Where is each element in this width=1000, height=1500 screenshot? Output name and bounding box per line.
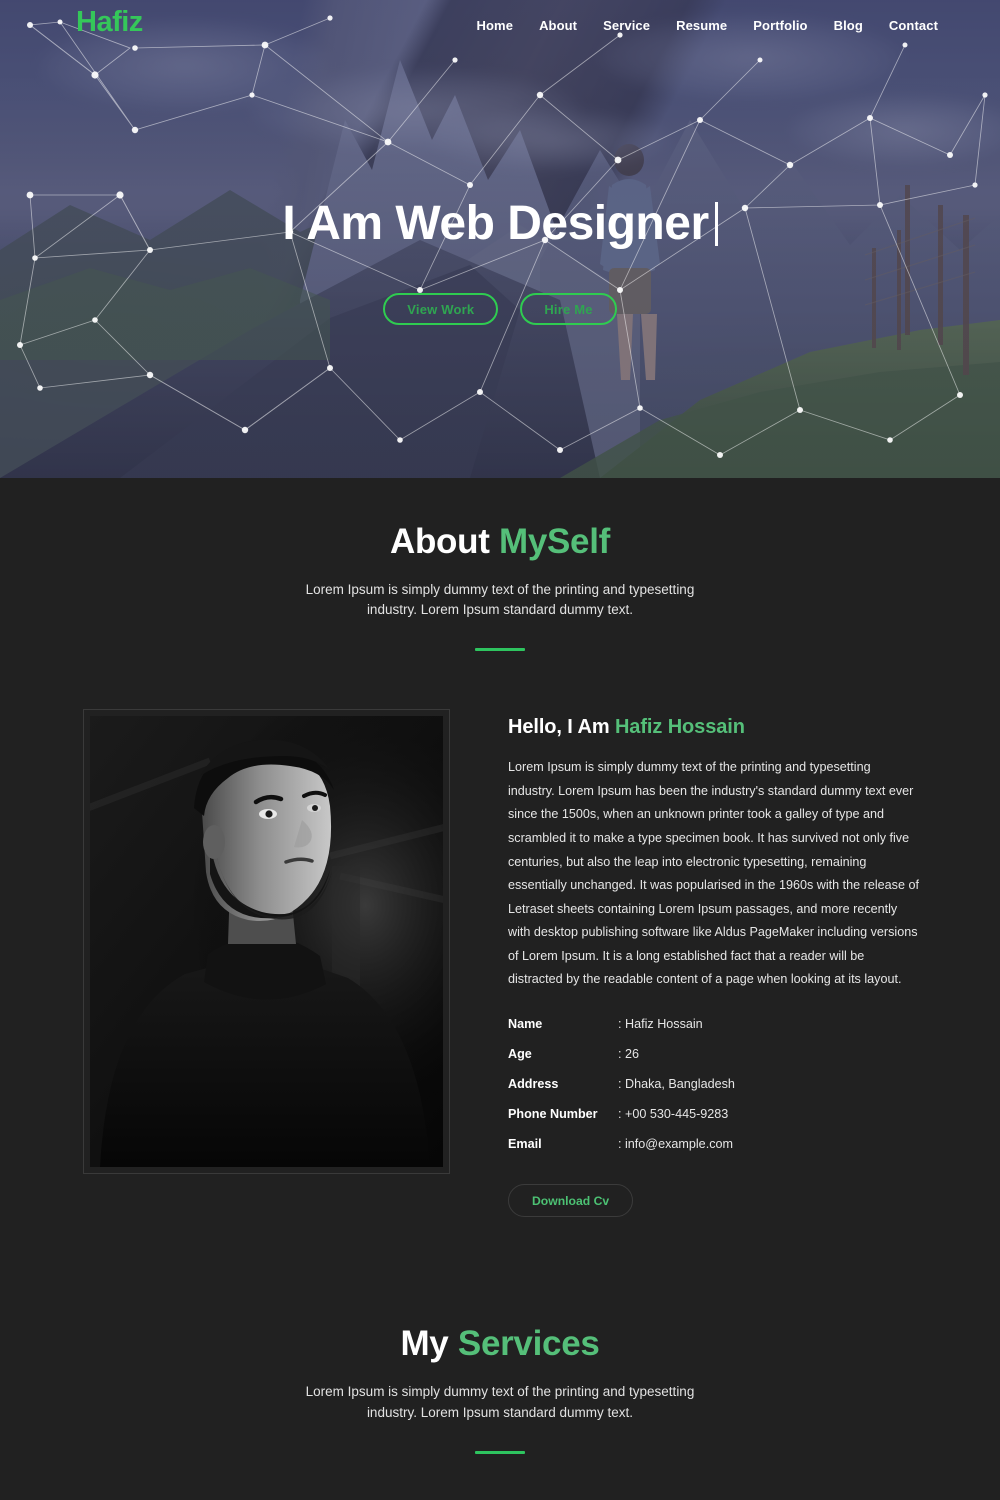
about-subtitle-line2: industry. Lorem Ipsum standard dummy tex… [366, 602, 634, 618]
nav-link-about[interactable]: About [539, 18, 577, 33]
site-logo[interactable]: Hafiz [76, 8, 143, 37]
services-title-white: My [400, 1324, 458, 1364]
portrait-illustration [90, 716, 443, 1168]
info-row-name: Name : Hafiz Hossain [508, 1017, 920, 1032]
nav-item-blog[interactable]: Blog [834, 17, 863, 35]
info-value-name: : Hafiz Hossain [618, 1016, 703, 1031]
nav-item-resume[interactable]: Resume [676, 17, 727, 35]
services-card-grid [0, 1454, 1000, 1500]
about-heading-white: Hello, I Am [508, 716, 615, 739]
about-photo-frame [83, 709, 450, 1175]
info-value-email: : info@example.com [618, 1137, 733, 1152]
info-value-address: : Dhaka, Bangladesh [618, 1077, 735, 1092]
about-section-subtitle: Lorem Ipsum is simply dummy text of the … [0, 580, 1000, 622]
info-value-phone: : +00 530-445-9283 [618, 1107, 729, 1122]
nav-item-home[interactable]: Home [477, 17, 514, 35]
services-title-accent: Services [457, 1324, 600, 1364]
download-cv-button[interactable]: Download Cv [508, 1184, 634, 1218]
hero-title: I Am Web Designer [282, 197, 718, 250]
about-section-title: About MySelf [0, 522, 1000, 562]
nav-link-portfolio[interactable]: Portfolio [753, 18, 807, 33]
info-row-email: Email : info@example.com [508, 1137, 920, 1152]
view-work-button[interactable]: View Work [383, 293, 499, 325]
about-heading-accent: Hafiz Hossain [614, 716, 745, 739]
about-section-head: About MySelf Lorem Ipsum is simply dummy… [0, 478, 1000, 652]
info-row-phone: Phone Number : +00 530-445-9283 [508, 1107, 920, 1122]
nav-link-contact[interactable]: Contact [889, 18, 938, 33]
services-subtitle-line2: industry. Lorem Ipsum standard dummy tex… [366, 1404, 634, 1420]
info-row-address: Address : Dhaka, Bangladesh [508, 1077, 920, 1092]
nav-link-blog[interactable]: Blog [834, 18, 863, 33]
about-section: About MySelf Lorem Ipsum is simply dummy… [0, 478, 1000, 1218]
info-row-age: Age : 26 [508, 1047, 920, 1062]
hero-section: Hafiz Home About Service Resume Portfoli… [0, 0, 1000, 478]
services-section-head: My Services Lorem Ipsum is simply dummy … [0, 1325, 1000, 1454]
info-value-age: : 26 [618, 1046, 640, 1061]
about-subtitle-line1: Lorem Ipsum is simply dummy text of the … [305, 581, 695, 597]
about-text-block: Hello, I Am Hafiz Hossain Lorem Ipsum is… [508, 709, 920, 1218]
typing-caret-icon [714, 202, 718, 246]
hero-button-group: View Work Hire Me [383, 293, 617, 325]
nav-item-contact[interactable]: Contact [889, 17, 938, 35]
info-label-name: Name [508, 1016, 543, 1031]
about-title-accent: MySelf [498, 522, 610, 561]
nav-item-portfolio[interactable]: Portfolio [753, 17, 807, 35]
about-portrait-photo [90, 716, 443, 1168]
about-paragraph: Lorem Ipsum is simply dummy text of the … [508, 760, 919, 987]
hire-me-button[interactable]: Hire Me [520, 293, 617, 325]
nav-item-service[interactable]: Service [603, 17, 650, 35]
about-title-white: About [389, 522, 499, 561]
nav-link-service[interactable]: Service [603, 18, 650, 33]
main-navbar: Hafiz Home About Service Resume Portfoli… [0, 0, 1000, 48]
info-label-phone: Phone Number [508, 1107, 598, 1122]
hero-content: I Am Web Designer View Work Hire Me [0, 0, 1000, 478]
nav-links: Home About Service Resume Portfolio Blog… [477, 17, 938, 35]
info-label-address: Address [508, 1077, 559, 1092]
info-label-email: Email [508, 1137, 542, 1152]
services-section-title: My Services [0, 1325, 1000, 1364]
info-label-age: Age [508, 1046, 532, 1061]
nav-link-home[interactable]: Home [477, 18, 514, 33]
hero-title-text: I Am Web Designer [282, 197, 709, 250]
services-section: My Services Lorem Ipsum is simply dummy … [0, 1217, 1000, 1500]
services-section-subtitle: Lorem Ipsum is simply dummy text of the … [0, 1382, 1000, 1424]
about-info-list: Name : Hafiz Hossain Age : 26 Address : … [508, 1017, 920, 1153]
nav-item-about[interactable]: About [539, 17, 577, 35]
services-subtitle-line1: Lorem Ipsum is simply dummy text of the … [305, 1383, 695, 1399]
nav-link-resume[interactable]: Resume [676, 18, 727, 33]
about-heading: Hello, I Am Hafiz Hossain [508, 716, 920, 739]
about-body: Hello, I Am Hafiz Hossain Lorem Ipsum is… [0, 651, 1000, 1218]
